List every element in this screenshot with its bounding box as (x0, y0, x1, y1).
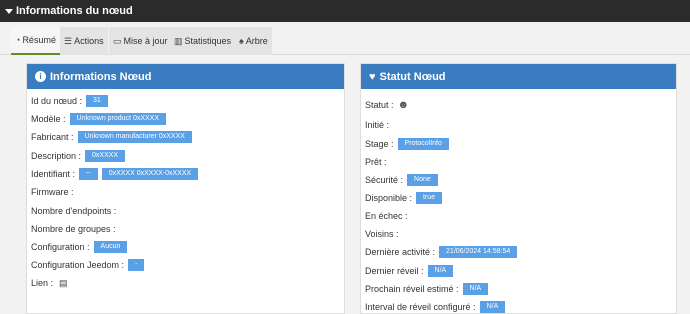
status-row-neighbors: Voisins : (365, 228, 399, 240)
status-row-initiated: Initié : (365, 119, 389, 131)
tab-actions[interactable]: ☰ Actions (60, 27, 108, 55)
window-title: Informations du nœud (16, 5, 133, 17)
heart-icon: ♥ (369, 70, 376, 83)
identifier-badge-prefix: -- (79, 168, 98, 180)
tab-bar: ◔ Résumé ☰ Actions ▭ Mise à jour ▥ Statistiq… (0, 27, 690, 55)
jeedom-config-badge: - (128, 259, 145, 271)
row-label: Prêt : (365, 157, 387, 167)
identifier-badge: 0xXXXX 0xXXXX-0xXXXX (101, 168, 199, 180)
status-row-stage: Stage : ProtocolInfo (365, 138, 449, 150)
status-row-failed: En échec : (365, 210, 408, 222)
status-panel-title: Statut Nœud (379, 70, 446, 83)
last-wakeup-badge: N/A (427, 265, 454, 277)
stage-badge: ProtocolInfo (397, 138, 449, 150)
info-row-link: Lien : ▤ (31, 277, 68, 289)
row-label: Prochain réveil estimé : (365, 284, 459, 294)
info-row-id: Id du nœud : 31 (31, 95, 108, 107)
status-row-available: Disponible : true (365, 192, 443, 204)
row-label: Configuration Jeedom : (31, 260, 125, 270)
row-label: Initié : (365, 120, 390, 130)
row-label: Lien : (31, 278, 54, 288)
row-label: Modèle : (31, 114, 66, 124)
drive-icon: ▭ (113, 35, 122, 46)
last-activity-badge: 21/06/2024 14:58:54 (439, 246, 518, 258)
status-panel-header: ♥ Statut Nœud (361, 64, 676, 89)
info-row-jeedom-config: Configuration Jeedom : - (31, 259, 145, 271)
row-label: Firmware : (31, 187, 74, 197)
tab-mise-a-jour[interactable]: ▭ Mise à jour (109, 27, 172, 55)
info-panel-title: Informations Nœud (50, 70, 152, 83)
status-row-security: Sécurité : None (365, 174, 438, 186)
row-label: Nombre de groupes : (31, 224, 116, 234)
status-row-next-wakeup: Prochain réveil estimé : N/A (365, 283, 489, 295)
tab-resume[interactable]: ◔ Résumé (11, 27, 60, 55)
list-icon: ☰ (64, 35, 73, 46)
info-row-description: Description : 0xXXXX (31, 150, 126, 162)
info-row-firmware: Firmware : (31, 186, 74, 198)
tab-label: Arbre (245, 36, 268, 46)
model-badge: Unknown product 0xXXXX (69, 113, 167, 125)
row-label: Configuration : (31, 242, 90, 252)
status-row-wakeup-interval: Interval de réveil configuré : N/A (365, 301, 506, 313)
row-label: Nombre d'endpoints : (31, 206, 117, 216)
info-row-manufacturer: Fabricant : Unknown manufacturer 0xXXXX (31, 131, 192, 143)
title-bar: Informations du nœud (0, 0, 690, 22)
tab-label: Mise à jour (123, 36, 168, 46)
row-label: Interval de réveil configuré : (365, 302, 476, 312)
info-row-groups: Nombre de groupes : (31, 223, 116, 235)
bell-icon: ♠ (239, 36, 244, 46)
tab-label: Résumé (22, 35, 56, 45)
smiley-icon: ☻ (397, 99, 410, 111)
status-row-ready: Prêt : (365, 156, 387, 168)
status-panel: ♥ Statut Nœud Statut : ☻ Initié : Stage … (360, 63, 677, 314)
info-panel: i Informations Nœud Id du nœud : 31 Modè… (26, 63, 345, 314)
row-label: Statut : (365, 100, 394, 110)
info-row-endpoints: Nombre d'endpoints : (31, 205, 116, 217)
available-badge: true (416, 192, 443, 204)
status-row-status: Statut : ☻ (365, 99, 409, 111)
info-panel-header: i Informations Nœud (27, 64, 344, 89)
status-row-last-activity: Dernière activité : 21/06/2024 14:58:54 (365, 246, 518, 258)
tab-label: Actions (74, 36, 104, 46)
info-row-configuration: Configuration : Aucun (31, 241, 128, 253)
info-icon: i (35, 71, 46, 82)
wakeup-interval-badge: N/A (479, 301, 506, 313)
id-badge: 31 (86, 95, 108, 107)
manufacturer-badge: Unknown manufacturer 0xXXXX (77, 131, 192, 143)
configuration-badge: Aucun (93, 241, 128, 253)
row-label: Fabricant : (31, 132, 74, 142)
description-badge: 0xXXXX (85, 150, 126, 162)
chart-icon: ▥ (174, 35, 183, 46)
security-badge: None (407, 174, 438, 186)
row-label: Id du nœud : (31, 96, 83, 106)
dashboard-icon: ◔ (15, 35, 21, 45)
row-label: Stage : (365, 139, 394, 149)
tab-statistiques[interactable]: ▥ Statistiques (170, 27, 236, 55)
status-row-last-wakeup: Dernier réveil : N/A (365, 265, 454, 277)
row-label: Disponible : (365, 193, 413, 203)
row-label: Sécurité : (365, 175, 404, 185)
chevron-down-icon[interactable] (5, 9, 13, 14)
tab-arbre[interactable]: ♠ Arbre (235, 27, 272, 55)
book-icon[interactable]: ▤ (59, 278, 68, 289)
next-wakeup-badge: N/A (462, 283, 489, 295)
info-row-identifier: Identifiant : -- 0xXXXX 0xXXXX-0xXXXX (31, 168, 199, 180)
row-label: Identifiant : (31, 169, 76, 179)
row-label: Description : (31, 151, 82, 161)
row-label: Voisins : (365, 229, 399, 239)
row-label: Dernier réveil : (365, 266, 424, 276)
row-label: En échec : (365, 211, 408, 221)
info-row-model: Modèle : Unknown product 0xXXXX (31, 113, 167, 125)
row-label: Dernière activité : (365, 247, 436, 257)
tab-label: Statistiques (184, 36, 232, 46)
